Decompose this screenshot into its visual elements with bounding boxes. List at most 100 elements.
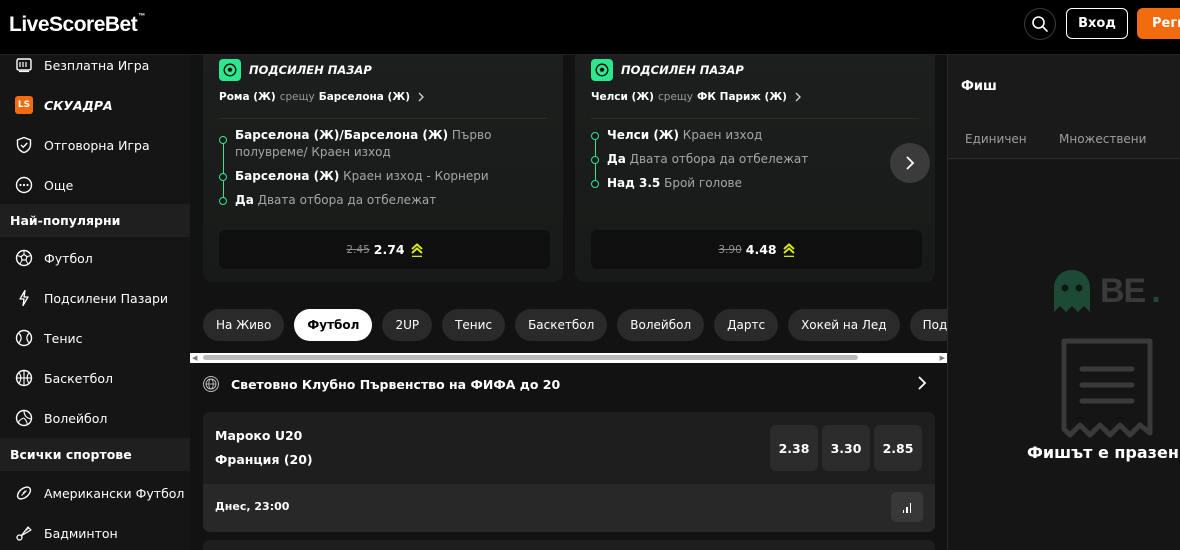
sidebar-item-tennis[interactable]: Тенис <box>0 318 190 358</box>
badminton-icon <box>14 523 34 543</box>
chip-darts[interactable]: Дартс <box>714 309 779 341</box>
boosted-odds-button[interactable]: 3.90 4.48 <box>591 230 922 269</box>
chip-live[interactable]: На Живо <box>203 309 285 341</box>
ghost-mascot-icon <box>1054 270 1090 312</box>
betslip-title: Фиш <box>961 79 997 94</box>
vs-label: срещу <box>279 91 315 103</box>
match-card[interactable]: Мароко U20 Франция (20) 2.38 3.30 2.85 Д… <box>203 412 935 532</box>
sidebar-item-label: Баскетбол <box>44 370 113 386</box>
away-team: Франция (20) <box>215 452 313 467</box>
be-logo-text: BE <box>1100 271 1146 310</box>
chip-basketball[interactable]: Баскетбол <box>515 309 608 341</box>
sport-filter-chips: На Живо Футбол 2UP Тенис Баскетбол Волей… <box>203 309 947 341</box>
chevron-right-icon <box>906 156 915 170</box>
boosted-bet-card[interactable]: ПОДСИЛЕН ПАЗАР Челси (Ж) срещу ФК Париж … <box>575 55 935 282</box>
chevron-right-icon <box>795 92 801 102</box>
be-logo: BE. <box>1050 268 1161 314</box>
horizontal-scrollbar[interactable]: ◀ ▶ <box>190 353 947 363</box>
odds-button-away[interactable]: 2.85 <box>874 425 922 471</box>
volleyball-icon <box>14 408 34 428</box>
sidebar-item-label: Още <box>44 177 74 193</box>
sidebar-heading-popular: Най-популярни <box>0 204 190 237</box>
leg-market: Двата отбора да отбележат <box>625 152 809 166</box>
betslip-empty-text: Фишът е празен <box>1027 443 1179 462</box>
sidebar-item-volleyball[interactable]: Волейбол <box>0 398 190 438</box>
boosted-market-title: ПОДСИЛЕН ПАЗАР <box>621 62 744 77</box>
boost-icon <box>14 288 34 308</box>
ls-badge: LS <box>15 96 33 114</box>
stats-icon <box>909 503 912 513</box>
american-football-icon <box>14 483 34 503</box>
chip-volleyball[interactable]: Волейбол <box>617 309 705 341</box>
sidebar-item-label: Отговорна Игра <box>44 137 150 153</box>
boost-chevrons-icon <box>410 242 423 257</box>
chip-ice-hockey[interactable]: Хокей на Лед <box>788 309 900 341</box>
chip-football[interactable]: Футбол <box>294 309 373 341</box>
sidebar-item-football[interactable]: Футбол <box>0 238 190 278</box>
match-footer: Днес, 23:00 <box>203 484 935 532</box>
match-card-next[interactable] <box>203 540 935 550</box>
chevron-right-icon <box>418 92 425 102</box>
leg-connector <box>222 140 224 201</box>
bet-leg: Барселона (Ж)/Барселона (Ж) Първо полувр… <box>235 127 555 161</box>
leg-dot <box>591 132 599 140</box>
sidebar-item-badminton[interactable]: Бадминтон <box>0 513 190 550</box>
bet-match-link[interactable]: Челси (Ж) срещу ФК Париж (Ж) <box>591 91 804 103</box>
tab-multiple[interactable]: Множествени <box>1059 132 1146 146</box>
sidebar-item-label: СКУАДРА <box>44 97 113 113</box>
shield-check-icon <box>14 135 34 155</box>
home-team: Рома (Ж) <box>219 91 276 103</box>
scrollbar-thumb[interactable] <box>203 355 858 360</box>
boosted-bet-card[interactable]: ПОДСИЛЕН ПАЗАР Рома (Ж) срещу Барселона … <box>203 55 563 282</box>
home-team: Челси (Ж) <box>591 91 654 103</box>
register-button[interactable]: Регистрация <box>1137 8 1180 39</box>
betslip-tabs: Единичен Множествени <box>948 121 1180 159</box>
sidebar: Безплатна Игра LS СКУАДРА Отговорна Игра… <box>0 55 190 550</box>
sidebar-item-label: Подсилени Пазари <box>44 290 169 306</box>
sidebar-item-basketball[interactable]: Баскетбол <box>0 358 190 398</box>
boosted-market-badge: ПОДСИЛЕН ПАЗАР <box>219 58 372 81</box>
vs-label: срещу <box>658 91 694 103</box>
more-icon <box>14 175 34 195</box>
sidebar-item-free-game[interactable]: Безплатна Игра <box>0 45 190 85</box>
receipt-icon <box>1060 337 1154 447</box>
sidebar-heading-all-sports: Всички спортове <box>0 438 190 471</box>
chip-2up[interactable]: 2UP <box>382 309 433 341</box>
odds-button-home[interactable]: 2.38 <box>770 425 818 471</box>
football-icon <box>14 248 34 268</box>
leg-dot <box>591 180 599 188</box>
leg-market: Краен изход - Корнери <box>339 169 489 183</box>
stats-button[interactable] <box>891 492 923 522</box>
competition-header[interactable]: Световно Клубно Първенство на ФИФА до 20 <box>203 371 933 397</box>
sidebar-item-american-football[interactable]: Американски Футбол <box>0 473 190 513</box>
bet-match-link[interactable]: Рома (Ж) срещу Барселона (Ж) <box>219 91 427 103</box>
betslip-body: BE. Фишът е празен <box>948 160 1180 550</box>
old-odds: 2.45 <box>346 243 370 256</box>
chip-boosted-markets[interactable]: Подсилени Пазари <box>909 309 947 341</box>
tab-single[interactable]: Единичен <box>965 132 1027 146</box>
leg-selection: Барселона (Ж)/Барселона (Ж) <box>235 128 449 142</box>
login-button[interactable]: Вход <box>1066 8 1128 39</box>
sidebar-item-responsible-gaming[interactable]: Отговорна Игра <box>0 125 190 165</box>
new-odds: 2.74 <box>373 242 405 257</box>
sidebar-item-squadra[interactable]: LS СКУАДРА <box>0 85 190 125</box>
livescorebet-logo[interactable]: LiveScoreBet™ <box>9 13 145 37</box>
sidebar-item-boosted-markets[interactable]: Подсилени Пазари <box>0 278 190 318</box>
leg-dot <box>219 197 227 205</box>
scroll-left-arrow-icon[interactable]: ◀ <box>192 355 197 362</box>
leg-market: Двата отбора да отбележат <box>253 193 437 207</box>
scroll-right-arrow-icon[interactable]: ▶ <box>940 355 945 362</box>
boosted-market-badge: ПОДСИЛЕН ПАЗАР <box>591 58 744 81</box>
leg-selection: Барселона (Ж) <box>235 169 340 183</box>
carousel-next-button[interactable] <box>890 143 930 183</box>
sidebar-item-label: Бадминтон <box>44 525 118 541</box>
chip-tennis[interactable]: Тенис <box>442 309 506 341</box>
leg-selection: Челси (Ж) <box>607 128 679 142</box>
away-team: ФК Париж (Ж) <box>697 91 787 103</box>
search-button[interactable] <box>1024 8 1056 40</box>
sidebar-item-more[interactable]: Още <box>0 165 190 205</box>
odds-button-draw[interactable]: 3.30 <box>822 425 870 471</box>
match-time: Днес, 23:00 <box>215 500 290 513</box>
boosted-odds-button[interactable]: 2.45 2.74 <box>219 230 550 269</box>
leg-selection: Да <box>607 152 626 166</box>
